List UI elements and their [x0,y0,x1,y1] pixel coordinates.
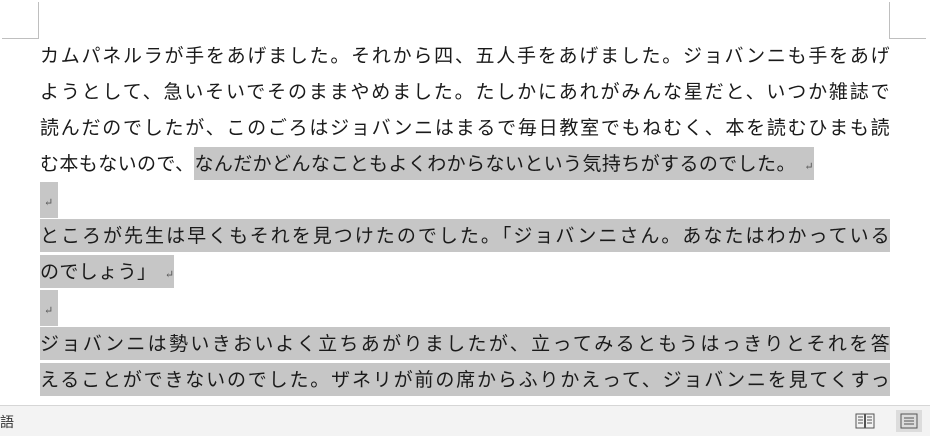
paragraph-mark-icon: ↵ [804,160,814,173]
selected-text-content: のでしょう」 [40,261,157,283]
selected-text: えることができないのでした。ザネリが前の席からふりかえって、ジョバンニを見てくす… [40,363,890,396]
text-line: む本もないので、なんだかどんなこともよくわからないという気持ちがするのでした。 … [40,146,890,182]
line-text: ようとして、急いそいでそのままやめました。たしかにあれがみんな星だと、いつか雑誌… [40,81,890,103]
margin-corner-mark [2,2,39,39]
selected-text: ところが先生は早くもそれを見つけたのでした。「ジョバンニさん。あなたはわかってい… [40,219,890,252]
document-page[interactable]: カムパネルラが手をあげました。それから四、五人手をあげました。ジョバンニも手をあ… [0,0,930,405]
paragraph-mark-icon: ↵ [44,304,54,317]
document-body[interactable]: カムパネルラが手をあげました。それから四、五人手をあげました。ジョバンニも手をあ… [40,38,890,398]
text-line: ジョバンニは勢いきおいよく立ちあがりましたが、立ってみるともうはっきりとそれを答 [40,326,890,362]
text-line: ようとして、急いそいでそのままやめました。たしかにあれがみんな星だと、いつか雑誌… [40,74,890,110]
selected-text: ↵ [40,182,58,218]
text-line: のでしょう」 ↵ [40,254,890,290]
selected-text: のでしょう」 ↵ [40,255,175,288]
read-mode-button[interactable] [852,410,878,432]
text-line: ところが先生は早くもそれを見つけたのでした。「ジョバンニさん。あなたはわかってい… [40,218,890,254]
print-layout-button[interactable] [896,410,922,432]
language-indicator[interactable]: 語 [0,412,14,432]
line-text: む本もないので、 [40,153,195,175]
line-text: 読んだのでしたが、このごろはジョバンニはまるで毎日教室でもねむく、本を読むひまも… [40,117,890,139]
text-line: えることができないのでした。ザネリが前の席からふりかえって、ジョバンニを見てくす… [40,362,890,398]
paragraph-mark-icon: ↵ [44,196,54,209]
selected-text-content: なんだかどんなこともよくわからないという気持ちがするのでした。 [194,153,796,175]
text-line: 読んだのでしたが、このごろはジョバンニはまるで毎日教室でもねむく、本を読むひまも… [40,110,890,146]
selected-text: なんだかどんなこともよくわからないという気持ちがするのでした。 ↵ [194,147,814,180]
book-icon [855,413,875,429]
empty-paragraph: ↵ [40,182,890,218]
selected-text: ジョバンニは勢いきおいよく立ちあがりましたが、立ってみるともうはっきりとそれを答 [40,327,890,360]
empty-paragraph: ↵ [40,290,890,326]
page-icon [900,413,918,429]
status-bar: 語 [0,405,930,436]
text-line: カムパネルラが手をあげました。それから四、五人手をあげました。ジョバンニも手をあ… [40,38,890,74]
paragraph-mark-icon: ↵ [164,268,175,281]
margin-corner-mark [889,2,926,39]
selected-text: ↵ [40,290,58,326]
line-text: カムパネルラが手をあげました。それから四、五人手をあげました。ジョバンニも手をあ… [40,45,890,67]
